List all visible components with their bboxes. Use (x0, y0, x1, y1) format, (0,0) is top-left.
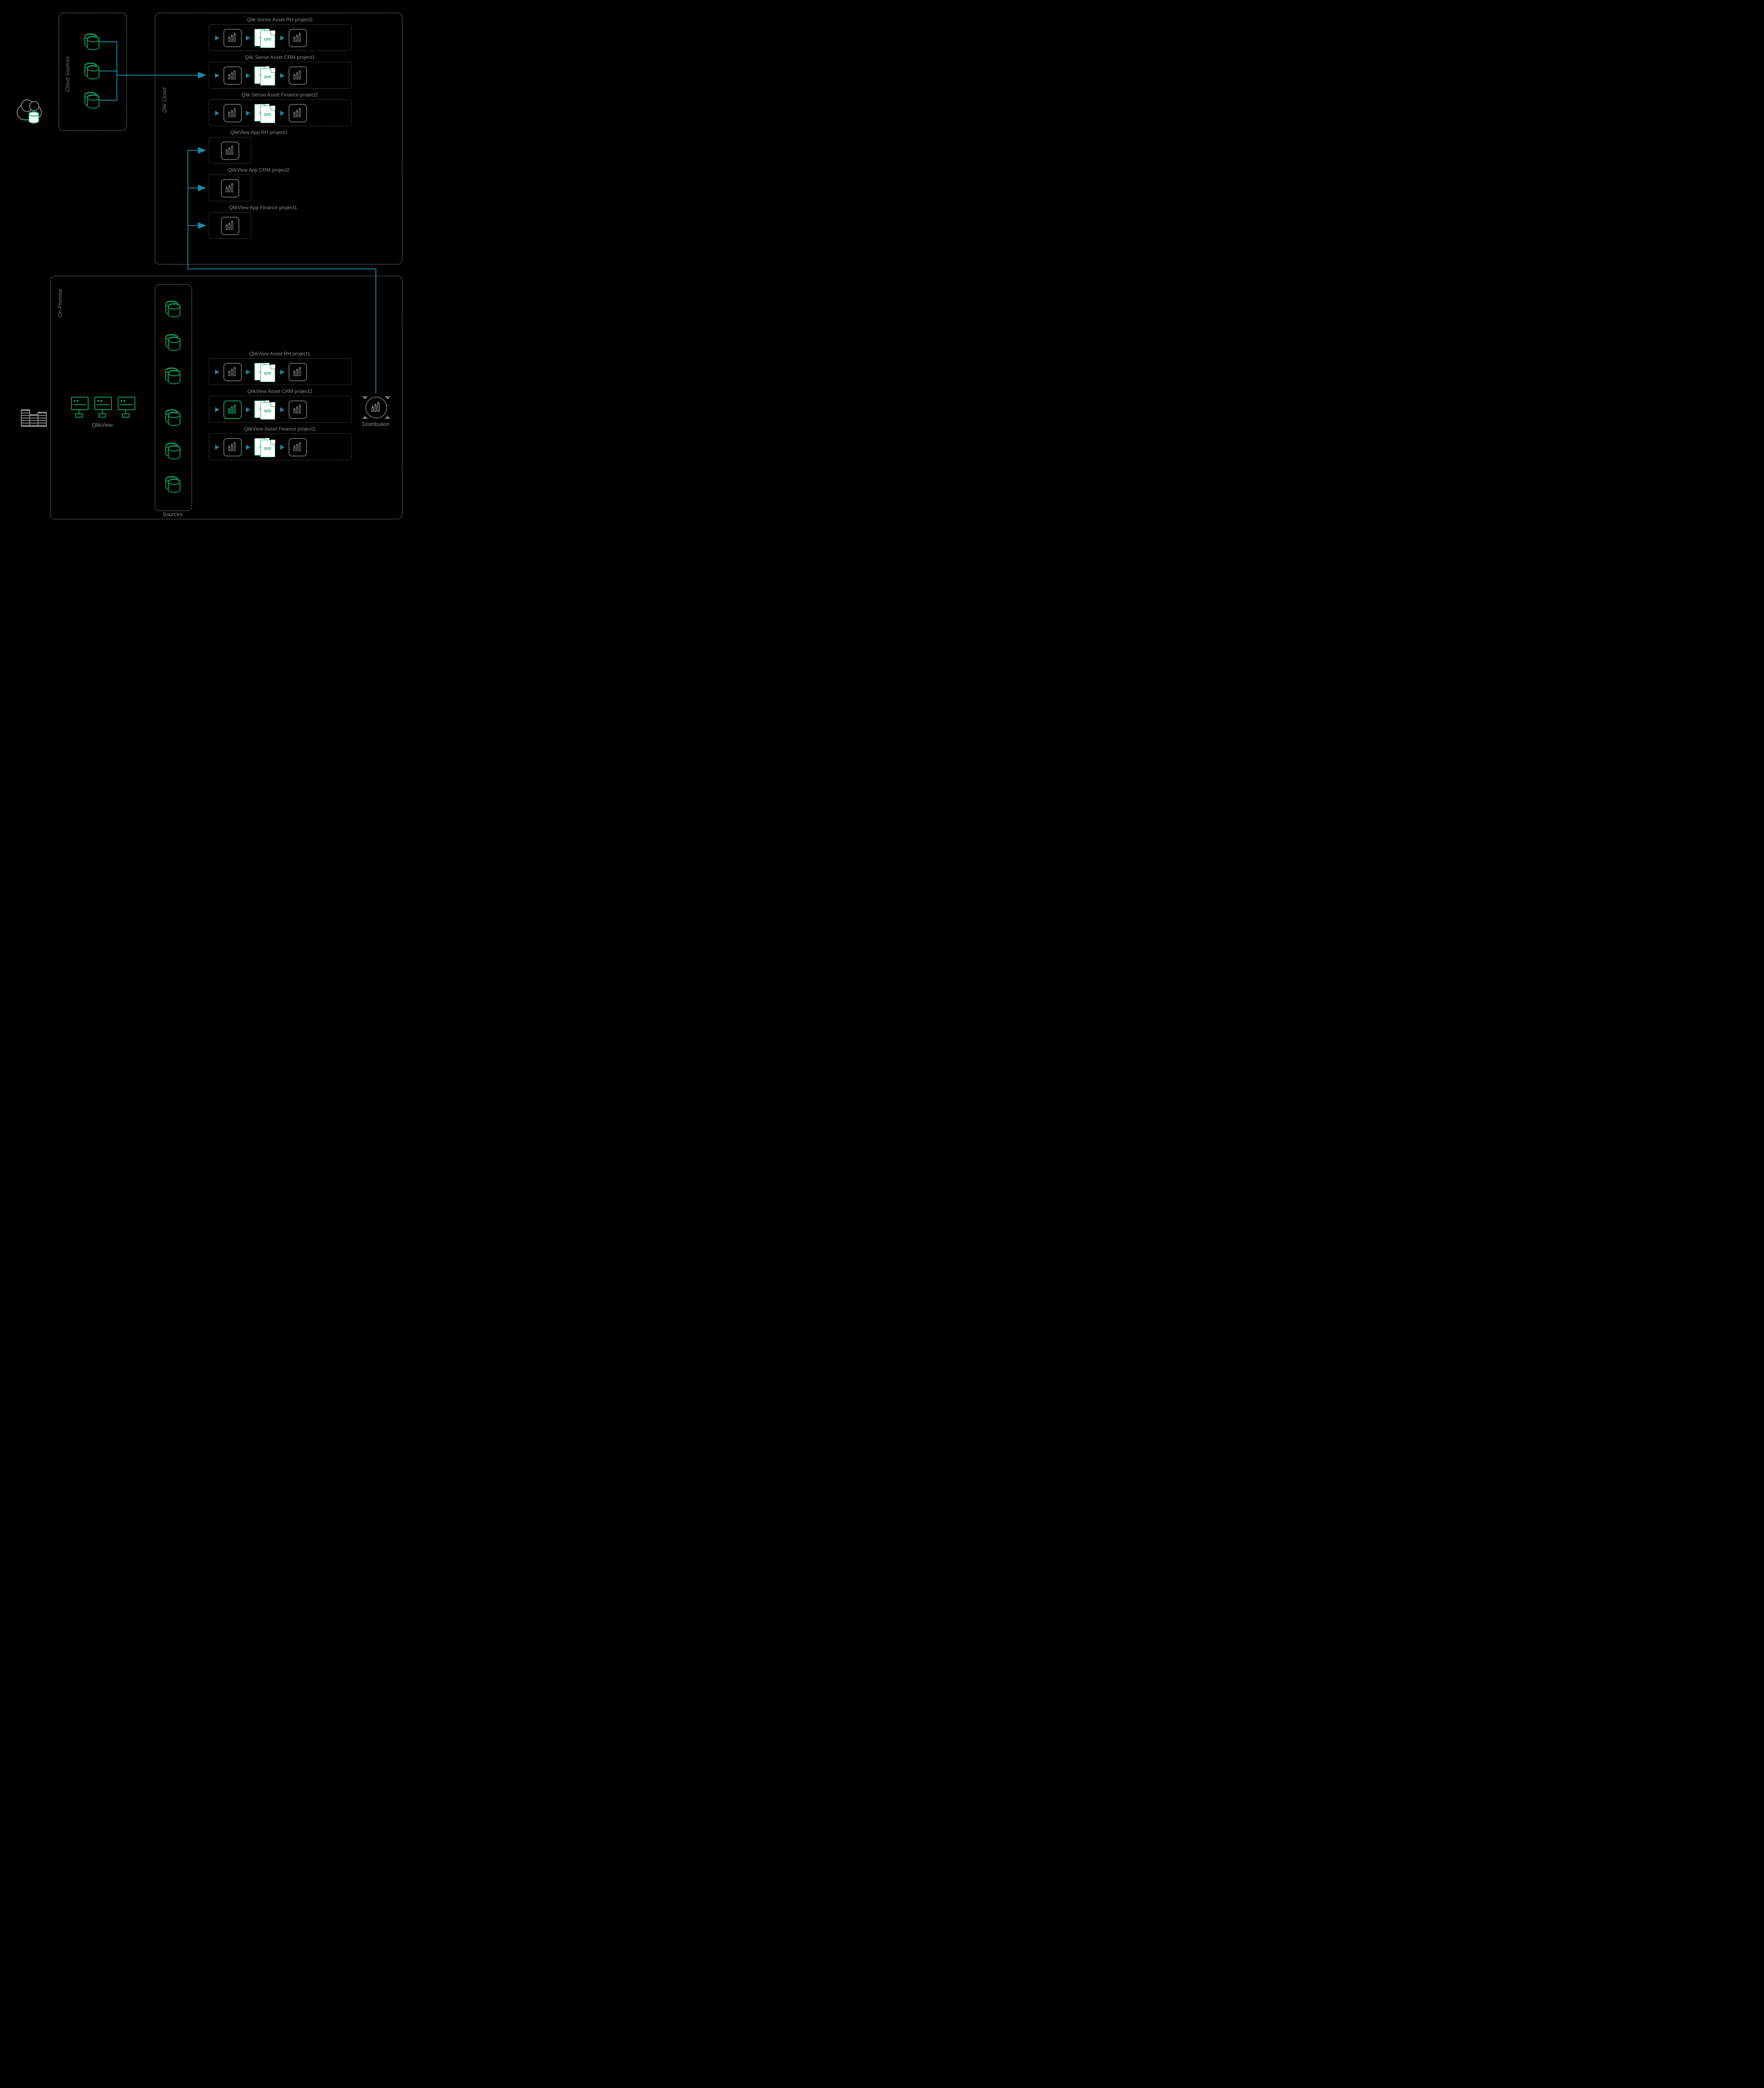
qvd-files-icon: QV QVD (254, 104, 276, 122)
label-on-premise: On-Premise (57, 289, 63, 317)
qvd-files-icon: QV QVD (254, 400, 276, 419)
qvd-label: QVD (264, 38, 271, 41)
app-icon (221, 142, 239, 160)
db-icon (165, 409, 180, 426)
pipeline: QV QVD (215, 400, 307, 419)
arrow-icon (246, 370, 250, 375)
asset-box-qs-rh2: QV QVD (209, 24, 352, 51)
app-icon (289, 438, 307, 456)
app-icon (221, 179, 239, 198)
distribution-icon (365, 397, 387, 418)
asset-title: Qlik Sense Asset RH project2 (209, 17, 351, 23)
asset-box-qs-crm1: QV QVD (209, 62, 352, 89)
qvd-label: QVD (264, 409, 271, 413)
arrow-icon (215, 111, 219, 116)
cloud-icon (17, 104, 42, 120)
arrow-icon (215, 35, 219, 41)
asset-box-qv-rh1: QV QVD (209, 358, 352, 385)
app-icon (289, 363, 307, 381)
app-icon (223, 29, 242, 47)
db-icon (165, 334, 180, 351)
qvd-label: QVD (264, 113, 271, 117)
asset-title: QlikView Asset RH project1 (209, 351, 351, 357)
server-icon (94, 397, 110, 418)
label-cloud-sources: Cloud Sources (64, 56, 71, 92)
qvd-files-icon: QV QVD (254, 438, 276, 456)
app-icon (223, 438, 242, 456)
qvd-label: QVD (264, 372, 271, 375)
asset-box-qv-app-crm2 (209, 175, 251, 201)
qlikview-servers (71, 397, 134, 418)
app-icon (289, 66, 307, 85)
pipeline: QV QVD (215, 29, 307, 47)
asset-box-qv-app-rh1 (209, 137, 251, 164)
pipeline: QV QVD (215, 66, 307, 85)
building-icon (21, 409, 46, 427)
arrow-icon (280, 370, 284, 375)
app-icon (223, 363, 242, 381)
cloud-db-icon (28, 111, 39, 124)
asset-box-qv-app-fin1 (209, 212, 251, 239)
arrow-icon (280, 407, 284, 412)
asset-title: QlikView Asset CRM project2 (209, 388, 351, 394)
arrow-icon (246, 407, 250, 412)
db-icon (84, 63, 99, 79)
app-icon (289, 104, 307, 122)
arrow-icon (246, 445, 250, 450)
app-icon (223, 104, 242, 122)
asset-title: QlikView App CRM project2 (209, 167, 309, 173)
arrow-icon (280, 35, 284, 41)
label-distribution: Distribution (357, 421, 395, 427)
arrow-icon (280, 111, 284, 116)
server-icon (118, 397, 134, 418)
pipeline: QV QVD (215, 363, 307, 381)
asset-title: Qlik Sense Asset Finance project2 (209, 92, 351, 98)
db-icon (165, 476, 180, 493)
db-icon (165, 301, 180, 317)
label-sources: Sources (155, 511, 190, 517)
arrow-icon (215, 370, 219, 375)
app-icon (223, 66, 242, 85)
asset-title: Qlik Sense Asset CRM project1 (209, 54, 351, 60)
qvd-files-icon: QV QVD (254, 363, 276, 381)
asset-box-qv-crm2: QV QVD (209, 396, 352, 423)
asset-title: QlikView Asset Finance project1 (209, 426, 351, 432)
db-icon (84, 33, 99, 50)
asset-title: QlikView App Finance project1 (209, 205, 317, 210)
pipeline: QV QVD (215, 104, 307, 122)
arrow-icon (246, 73, 250, 78)
db-icon (84, 92, 99, 109)
diagram-canvas: Cloud Sources Qlik Cloud Qlik Sense Asse… (8, 8, 409, 526)
app-icon (223, 400, 242, 419)
app-icon (221, 217, 239, 235)
arrow-icon (215, 407, 219, 412)
asset-box-qs-fin2: QV QVD (209, 99, 352, 126)
qvd-files-icon: QV QVD (254, 66, 276, 85)
qvd-label: QVD (264, 75, 271, 79)
pipeline: QV QVD (215, 438, 307, 456)
asset-title: QlikView App RH project1 (209, 129, 309, 135)
db-icon (165, 367, 180, 384)
arrow-icon (246, 35, 250, 41)
arrow-icon (246, 111, 250, 116)
server-icon (71, 397, 87, 418)
label-qlikview: QlikView (71, 422, 134, 428)
app-icon (289, 29, 307, 47)
app-icon (289, 400, 307, 419)
arrow-icon (280, 73, 284, 78)
arrow-icon (215, 73, 219, 78)
qvd-files-icon: QV QVD (254, 29, 276, 47)
label-qlik-cloud: Qlik Cloud (161, 88, 167, 113)
db-icon (165, 443, 180, 459)
arrow-icon (215, 445, 219, 450)
asset-box-qv-fin1: QV QVD (209, 433, 352, 460)
qvd-label: QVD (264, 447, 271, 451)
arrow-icon (280, 445, 284, 450)
